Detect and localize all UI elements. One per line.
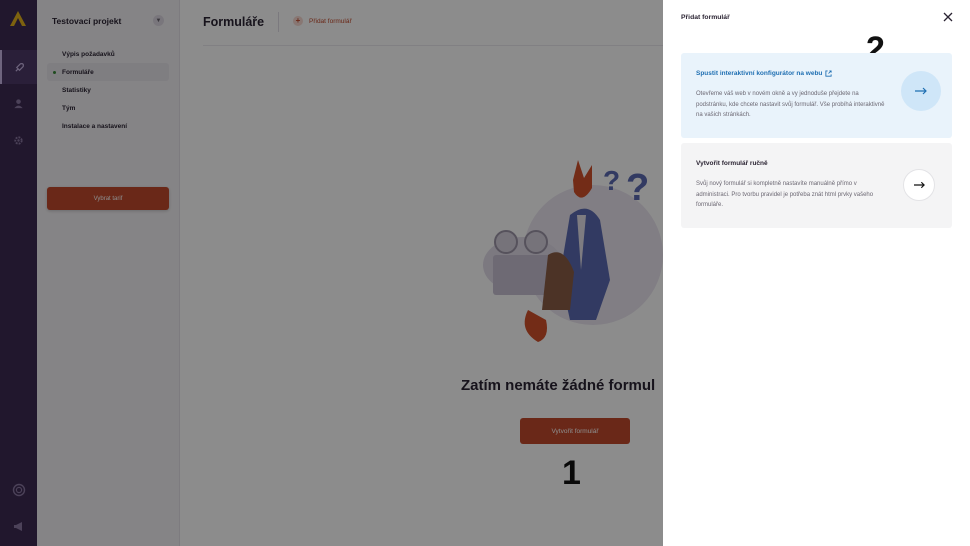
- modal-backdrop[interactable]: [0, 0, 663, 546]
- arrow-right-icon: [915, 87, 927, 95]
- interactive-configurator-card[interactable]: Spustit interaktivní konfigurátor na web…: [681, 53, 952, 138]
- card-title-manual[interactable]: Vytvořit formulář ručně: [696, 160, 768, 167]
- external-link-icon: [825, 70, 832, 77]
- card-title-configurator-label: Spustit interaktivní konfigurátor na web…: [696, 70, 823, 77]
- drawer-title: Přidat formulář: [681, 14, 730, 21]
- card-description-configurator: Otevřeme váš web v novém okně a vy jedno…: [696, 91, 885, 118]
- close-button[interactable]: [942, 11, 954, 23]
- arrow-right-icon: [913, 181, 925, 189]
- card-title-configurator[interactable]: Spustit interaktivní konfigurátor na web…: [696, 70, 832, 77]
- configurator-arrow-button[interactable]: [901, 71, 941, 111]
- add-form-drawer: Přidat formulář 2 Spustit interaktivní k…: [663, 0, 970, 546]
- manual-form-card[interactable]: Vytvořit formulář ručně Svůj nový formul…: [681, 143, 952, 228]
- card-description-manual: Svůj nový formulář si kompletně nastavít…: [696, 181, 874, 208]
- manual-arrow-button[interactable]: [903, 169, 935, 201]
- close-icon: [943, 12, 953, 22]
